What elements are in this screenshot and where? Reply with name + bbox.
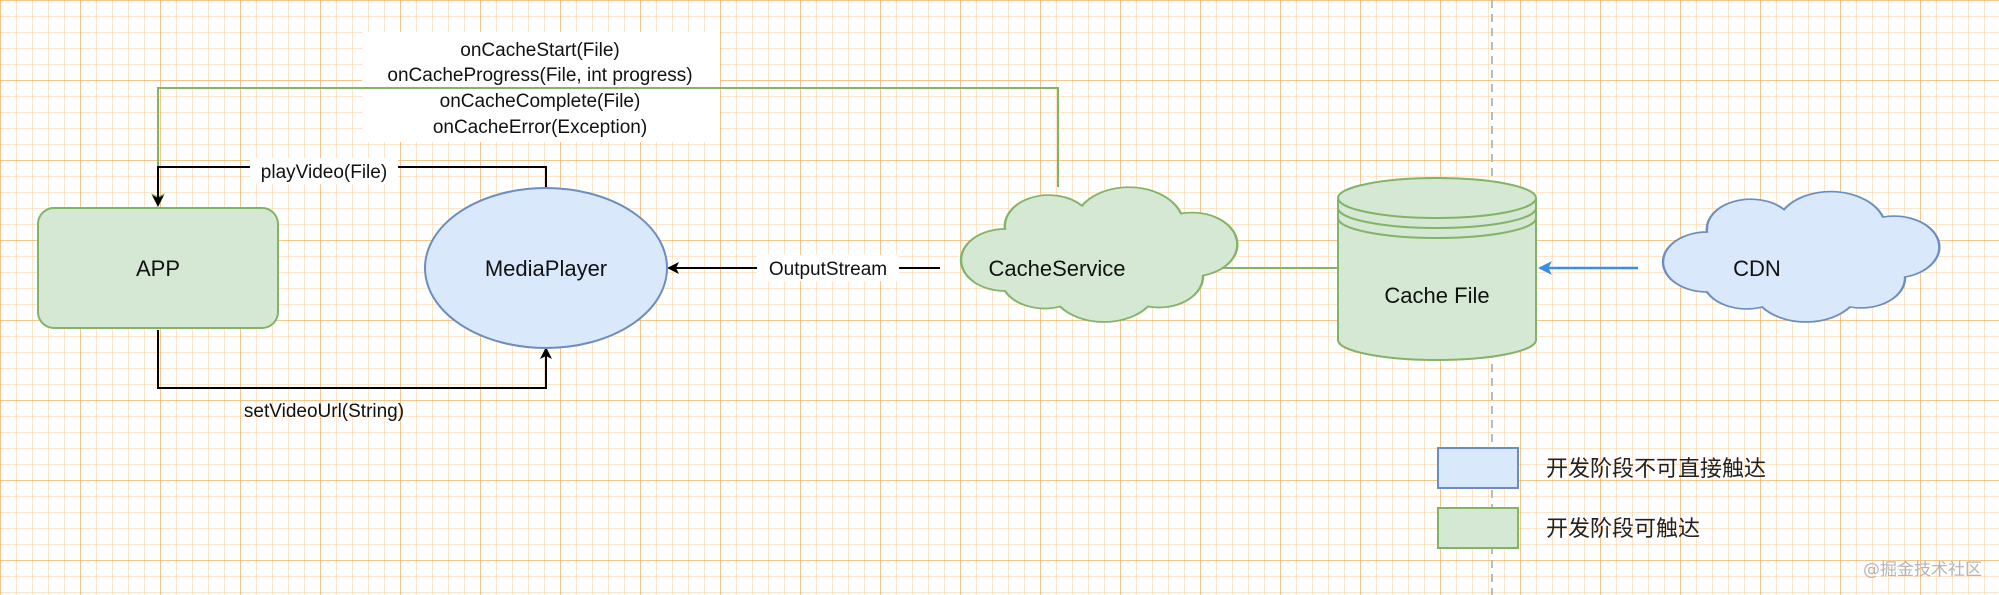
cache-service-node-label: CacheService [989, 256, 1126, 281]
callback-label-complete: onCacheComplete(File) [440, 91, 641, 112]
legend-label-unreachable: 开发阶段不可直接触达 [1546, 457, 1766, 482]
legend-swatch-blue [1437, 447, 1519, 489]
app-node-label: APP [136, 256, 180, 281]
play-video-label: playVideo(File) [261, 162, 387, 183]
architecture-diagram: playVideo(File) setVideoUrl(String) Outp… [37, 0, 1982, 595]
callback-label-progress: onCacheProgress(File, int progress) [387, 65, 692, 86]
legend-label-reachable: 开发阶段可触达 [1546, 517, 1700, 542]
set-video-url-label: setVideoUrl(String) [244, 401, 404, 422]
output-stream-label: OutputStream [769, 259, 887, 280]
cache-file-node-label: Cache File [1384, 283, 1489, 308]
cache-file-node: Cache File [1337, 177, 1537, 361]
callback-label-error: onCacheError(Exception) [433, 117, 647, 138]
media-player-node-label: MediaPlayer [485, 256, 607, 281]
cdn-node [1661, 190, 1941, 323]
media-player-node: MediaPlayer [424, 187, 668, 349]
legend: 开发阶段不可直接触达 开发阶段可触达 [1437, 447, 1766, 549]
legend-swatch-green [1437, 507, 1519, 549]
app-node: APP [37, 207, 279, 329]
watermark: @掘金技术社区 [1863, 560, 1982, 580]
cache-service-node [959, 186, 1239, 323]
cdn-node-label: CDN [1733, 256, 1781, 281]
callback-label-start: onCacheStart(File) [460, 40, 619, 61]
